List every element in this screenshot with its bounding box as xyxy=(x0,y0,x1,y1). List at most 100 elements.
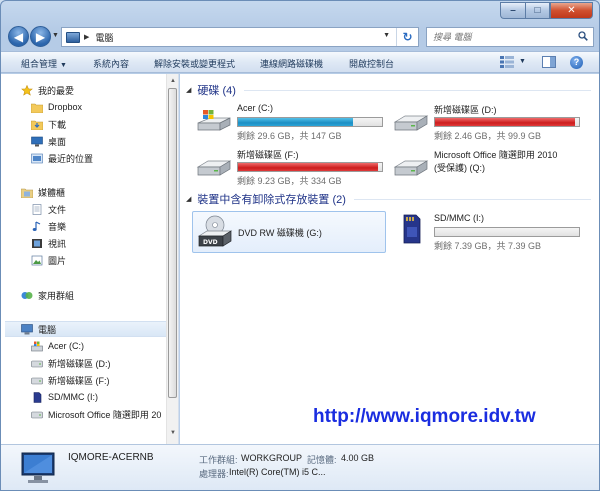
nav-homegroup-label: 家用群組 xyxy=(38,290,75,301)
recent-places-icon xyxy=(31,153,43,163)
desktop-icon xyxy=(31,136,43,146)
drive-i-tile[interactable]: SD/MMC (I:) 剩餘 7.39 GB，共 7.39 GB xyxy=(389,211,589,251)
videos-icon xyxy=(32,238,42,248)
search-input[interactable] xyxy=(433,32,578,42)
nav-dropbox[interactable]: Dropbox xyxy=(31,99,178,115)
drive-f-tile[interactable]: 新增磁碟區 (F:) 剩餘 9.23 GB，共 334 GB xyxy=(192,146,392,186)
drive-q-name: Microsoft Office 隨選即用 2010 xyxy=(434,150,558,160)
drive-q-tile[interactable]: Microsoft Office 隨選即用 2010 (受保護) (Q:) xyxy=(389,146,589,186)
nav-computer-label: 電腦 xyxy=(38,324,57,335)
nav-drive-i[interactable]: SD/MMC (I:) xyxy=(31,389,178,405)
group-hard-drives-label: 硬碟 (4) xyxy=(197,85,236,97)
nav-drive-f[interactable]: 新增磁碟區 (F:) xyxy=(31,372,178,388)
drive-c-tile[interactable]: Acer (C:) 剩餘 29.6 GB，共 147 GB xyxy=(192,101,392,141)
cpu-value: Intel(R) Core(TM) i5 C... xyxy=(229,467,326,477)
workgroup-label: 工作群組: xyxy=(199,455,238,465)
navigation-bar: ◀ ▶ ▼ ▶ 電腦 ▼ ↻ xyxy=(1,23,599,49)
nav-recent-places-label: 最近的位置 xyxy=(48,153,94,164)
address-bar[interactable]: ▶ 電腦 ▼ ↻ xyxy=(61,27,419,47)
nav-recent-places[interactable]: 最近的位置 xyxy=(31,150,178,166)
nav-desktop-label: 桌面 xyxy=(48,136,67,147)
workgroup-value: WORKGROUP xyxy=(241,453,303,463)
music-icon xyxy=(32,220,41,231)
group-hard-drives-header[interactable]: ◢ 硬碟 (4) xyxy=(186,82,591,98)
forward-button[interactable]: ▶ xyxy=(30,26,51,47)
nav-desktop[interactable]: 桌面 xyxy=(31,133,178,149)
nav-music[interactable]: 音樂 xyxy=(31,218,178,234)
nav-favorites-label: 我的最愛 xyxy=(38,85,75,96)
view-options-dropdown-icon[interactable]: ▼ xyxy=(519,58,526,65)
minimize-button[interactable]: – xyxy=(500,2,525,19)
chevron-down-icon: ▼ xyxy=(60,62,67,69)
nav-favorites[interactable]: 我的最愛 xyxy=(21,82,178,98)
nav-computer[interactable]: 電腦 xyxy=(5,321,167,337)
nav-documents-label: 文件 xyxy=(48,204,67,215)
drive-c-info: 剩餘 29.6 GB，共 147 GB xyxy=(237,131,342,141)
collapse-triangle-icon[interactable]: ◢ xyxy=(186,86,191,94)
nav-documents[interactable]: 文件 xyxy=(31,201,178,217)
recent-pages-dropdown[interactable]: ▼ xyxy=(52,32,59,39)
drive-d-usage-bar xyxy=(434,117,580,127)
collapse-triangle-icon[interactable]: ◢ xyxy=(186,195,191,203)
drive-i-name: SD/MMC (I:) xyxy=(434,213,484,223)
search-icon[interactable] xyxy=(578,31,588,41)
computer-icon xyxy=(21,452,55,483)
group-removable-header[interactable]: ◢ 裝置中含有卸除式存放裝置 (2) xyxy=(186,191,591,207)
nav-pictures-label: 圖片 xyxy=(48,255,67,266)
nav-music-label: 音樂 xyxy=(48,221,67,232)
breadcrumb-chevron-icon[interactable]: ▶ xyxy=(84,33,89,41)
explorer-window: – □ ✕ ◀ ▶ ▼ ▶ 電腦 ▼ ↻ 組合管理▼ 系統內容 解除安裝或變更程… xyxy=(0,0,600,491)
uninstall-program-button[interactable]: 解除安裝或變更程式 xyxy=(154,57,235,70)
maximize-button[interactable]: □ xyxy=(525,2,550,19)
address-dropdown-icon[interactable]: ▼ xyxy=(383,32,390,39)
help-icon[interactable]: ? xyxy=(570,56,583,69)
nav-pictures[interactable]: 圖片 xyxy=(31,252,178,268)
nav-drive-q[interactable]: Microsoft Office 隨選即用 20 xyxy=(31,406,178,422)
change-view-icon[interactable] xyxy=(500,56,514,68)
close-button[interactable]: ✕ xyxy=(550,2,593,19)
back-button[interactable]: ◀ xyxy=(8,26,29,47)
map-network-drive-button[interactable]: 連線網路磁碟機 xyxy=(260,57,323,70)
drive-q-name-line2: (受保護) (Q:) xyxy=(434,163,485,173)
homegroup-icon xyxy=(21,291,33,299)
group-removable-label: 裝置中含有卸除式存放裝置 (2) xyxy=(197,194,346,206)
scroll-down-icon[interactable]: ▼ xyxy=(170,430,176,436)
drive-d-name: 新增磁碟區 (D:) xyxy=(434,105,497,115)
folder-icon xyxy=(31,103,43,113)
nav-scrollbar[interactable]: ▲ ▼ xyxy=(166,74,178,444)
preview-pane-icon[interactable] xyxy=(542,56,556,68)
drive-f-usage-bar xyxy=(237,162,383,172)
nav-homegroup[interactable]: 家用群組 xyxy=(21,287,178,303)
nav-drive-c[interactable]: Acer (C:) xyxy=(31,338,178,354)
breadcrumb-computer[interactable]: 電腦 xyxy=(95,31,113,44)
navigation-pane: 我的最愛 Dropbox 下載 桌面 最近的位置 媒體櫃 文件 音樂 視訊 圖片… xyxy=(1,74,179,444)
libraries-icon xyxy=(21,188,33,198)
hard-drive-icon xyxy=(31,377,43,384)
group-divider xyxy=(353,198,591,200)
nav-downloads[interactable]: 下載 xyxy=(31,116,178,132)
sd-card-icon xyxy=(403,214,421,244)
caption-buttons: – □ ✕ xyxy=(500,2,593,19)
drive-c-name: Acer (C:) xyxy=(237,103,273,113)
drive-d-tile[interactable]: 新增磁碟區 (D:) 剩餘 2.46 GB，共 99.9 GB xyxy=(389,101,589,141)
watermark-url: http://www.iqmore.idv.tw xyxy=(313,406,536,427)
refresh-button[interactable]: ↻ xyxy=(396,28,418,46)
system-properties-button[interactable]: 系統內容 xyxy=(93,57,129,70)
drive-g-tile[interactable]: DVD DVD RW 磁碟機 (G:) xyxy=(192,211,386,253)
nav-drive-f-label: 新增磁碟區 (F:) xyxy=(48,375,110,386)
open-control-panel-button[interactable]: 開啟控制台 xyxy=(349,57,394,70)
computer-name: IQMORE-ACERNB xyxy=(68,452,154,463)
nav-libraries[interactable]: 媒體櫃 xyxy=(21,184,178,200)
details-pane: IQMORE-ACERNB 工作群組: WORKGROUP 記憶體: 4.00 … xyxy=(1,444,599,490)
scrollbar-thumb[interactable] xyxy=(168,88,177,398)
nav-videos[interactable]: 視訊 xyxy=(31,235,178,251)
scroll-up-icon[interactable]: ▲ xyxy=(170,78,176,84)
nav-drive-d[interactable]: 新增磁碟區 (D:) xyxy=(31,355,178,371)
drive-i-usage-bar xyxy=(434,227,580,237)
cpu-label: 處理器: xyxy=(199,469,229,479)
nav-libraries-label: 媒體櫃 xyxy=(38,187,66,198)
search-box[interactable] xyxy=(426,27,594,47)
organize-button[interactable]: 組合管理 ▼ xyxy=(21,57,67,70)
computer-icon xyxy=(21,323,33,334)
organize-label: 組合管理 xyxy=(21,59,58,69)
